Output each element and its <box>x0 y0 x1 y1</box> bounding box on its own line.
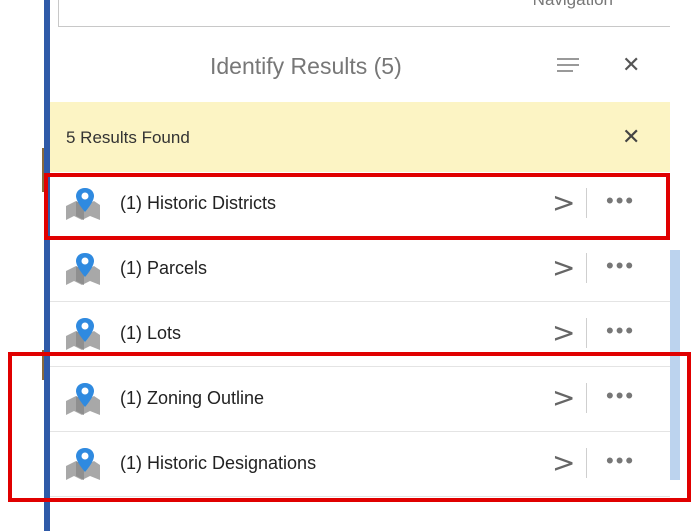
divider <box>586 188 587 218</box>
result-label: (1) Zoning Outline <box>120 388 265 408</box>
divider <box>586 253 587 283</box>
scrollbar-thumb[interactable] <box>670 250 680 480</box>
result-row-parcels[interactable]: (1) Parcels > ••• <box>50 237 670 302</box>
map-pin-layer-icon <box>66 448 100 480</box>
close-icon[interactable]: ✕ <box>622 52 640 78</box>
banner-close-icon[interactable]: ✕ <box>622 124 640 150</box>
result-row-historic-districts[interactable]: (1) Historic Districts > ••• <box>50 172 670 237</box>
map-pin-layer-icon <box>66 383 100 415</box>
divider <box>586 383 587 413</box>
map-pin-layer-icon <box>66 318 100 350</box>
result-row-historic-designations[interactable]: (1) Historic Designations > ••• <box>50 432 670 497</box>
navigation-label: Navigation <box>533 0 613 10</box>
divider <box>586 448 587 478</box>
panel-header: Identify Results (5) ✕ <box>50 38 670 100</box>
chevron-right-icon[interactable]: > <box>552 316 575 349</box>
chevron-right-icon[interactable]: > <box>552 251 575 284</box>
navigation-section[interactable]: Navigation <box>58 0 672 27</box>
results-count-text: 5 Results Found <box>66 128 190 147</box>
more-horizontal-icon[interactable]: ••• <box>606 318 635 344</box>
more-horizontal-icon[interactable]: ••• <box>606 448 635 474</box>
result-label: (1) Parcels <box>120 258 208 278</box>
more-horizontal-icon[interactable]: ••• <box>606 188 635 214</box>
result-label: (1) Lots <box>120 323 182 343</box>
more-horizontal-icon[interactable]: ••• <box>606 383 635 409</box>
result-label: (1) Historic Designations <box>120 453 317 473</box>
scrollbar-area[interactable] <box>670 0 693 531</box>
chevron-right-icon[interactable]: > <box>552 186 575 219</box>
panel-title: Identify Results (5) <box>210 53 402 79</box>
result-label: (1) Historic Districts <box>120 193 276 213</box>
result-row-zoning-outline[interactable]: (1) Zoning Outline > ••• <box>50 367 670 432</box>
result-row-lots[interactable]: (1) Lots > ••• <box>50 302 670 367</box>
divider <box>586 318 587 348</box>
results-found-banner: 5 Results Found ✕ <box>50 102 670 172</box>
chevron-right-icon[interactable]: > <box>552 446 575 479</box>
map-pin-layer-icon <box>66 188 100 220</box>
more-horizontal-icon[interactable]: ••• <box>606 253 635 279</box>
identify-results-panel: Navigation Identify Results (5) ✕ 5 Resu… <box>50 0 672 531</box>
list-menu-icon[interactable] <box>557 58 579 76</box>
chevron-right-icon[interactable]: > <box>552 381 575 414</box>
map-pin-layer-icon <box>66 253 100 285</box>
